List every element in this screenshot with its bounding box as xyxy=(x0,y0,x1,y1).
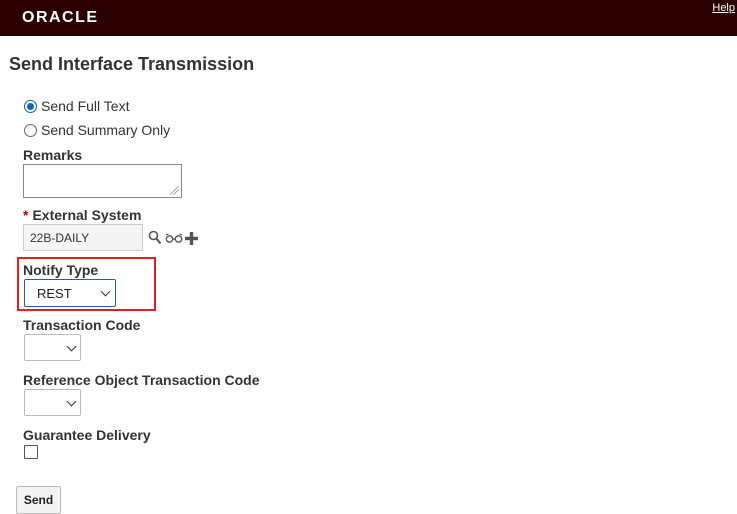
external-system-input[interactable]: 22B-DAILY xyxy=(23,224,143,251)
reference-object-transaction-code-label: Reference Object Transaction Code xyxy=(23,372,260,388)
remarks-textarea[interactable] xyxy=(23,164,182,198)
radio-send-full-text[interactable]: Send Full Text xyxy=(24,98,129,114)
chevron-down-icon xyxy=(100,286,111,297)
search-icon[interactable] xyxy=(148,230,162,245)
notify-type-value: REST xyxy=(37,286,72,301)
notify-type-select[interactable]: REST xyxy=(24,279,116,307)
chevron-down-icon xyxy=(66,341,77,352)
transaction-code-label: Transaction Code xyxy=(23,317,141,333)
help-link[interactable]: Help xyxy=(712,2,735,14)
radio-send-summary-only[interactable]: Send Summary Only xyxy=(24,122,170,138)
notify-type-label: Notify Type xyxy=(23,262,99,278)
remarks-label: Remarks xyxy=(23,147,83,163)
page-title: Send Interface Transmission xyxy=(9,54,255,74)
send-button[interactable]: Send xyxy=(16,486,61,514)
radio-checked-icon[interactable] xyxy=(24,99,37,113)
header-bar: ORACLE Help xyxy=(0,0,737,36)
guarantee-delivery-label: Guarantee Delivery xyxy=(23,427,151,443)
radio-unchecked-icon[interactable] xyxy=(24,123,37,137)
transaction-code-select[interactable] xyxy=(24,334,81,361)
required-marker: * xyxy=(23,207,29,223)
external-system-label-text: External System xyxy=(32,207,142,223)
external-system-label: * External System xyxy=(23,207,141,223)
oracle-logo: ORACLE xyxy=(22,9,99,26)
radio-label: Send Full Text xyxy=(41,98,130,114)
reference-object-transaction-code-select[interactable] xyxy=(24,389,81,416)
chevron-down-icon xyxy=(66,396,77,407)
add-icon[interactable] xyxy=(185,232,198,245)
resize-grip-icon[interactable] xyxy=(170,186,179,195)
guarantee-delivery-checkbox[interactable] xyxy=(24,445,38,459)
radio-label: Send Summary Only xyxy=(41,122,171,138)
view-icon[interactable] xyxy=(165,233,183,243)
